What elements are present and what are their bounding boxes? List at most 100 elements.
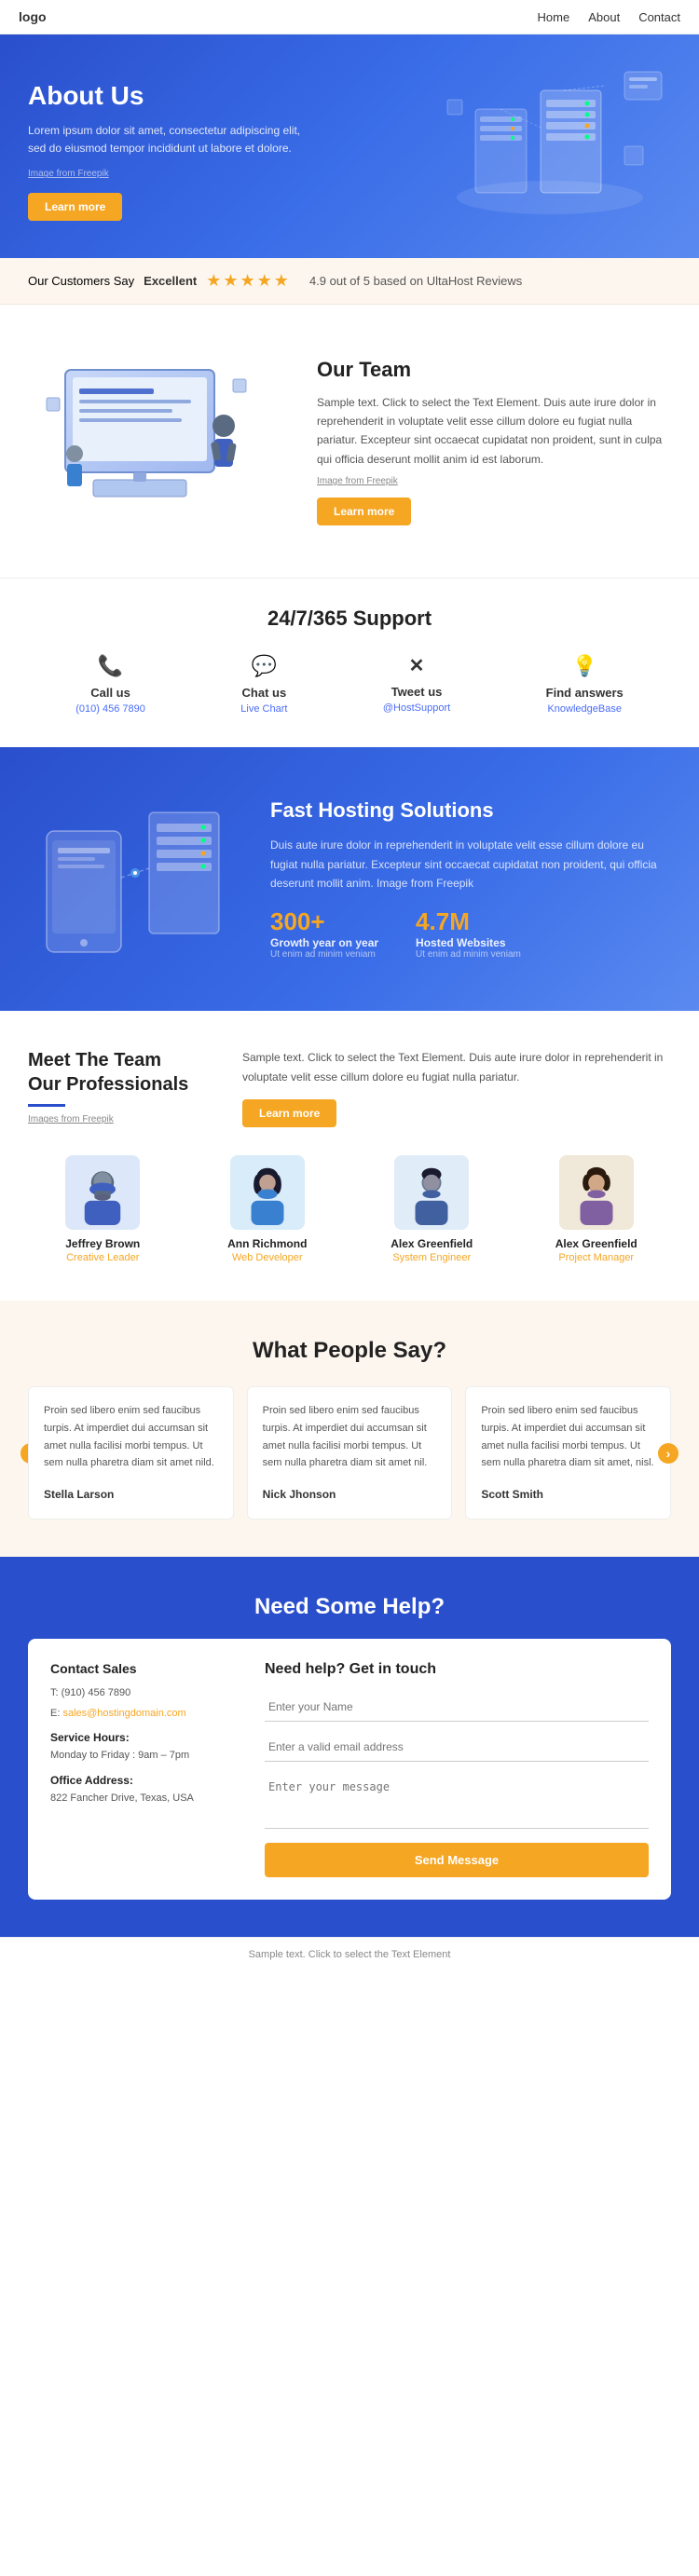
testimonials-next-button[interactable]: › [658,1443,678,1464]
testimonials-container: ‹ Proin sed libero enim sed faucibus tur… [28,1386,671,1520]
office-address: 822 Fancher Drive, Texas, USA [50,1791,237,1807]
stat-growth-sub: Ut enim ad minim veniam [270,949,378,960]
testimonials-grid: Proin sed libero enim sed faucibus turpi… [28,1386,671,1520]
help-form: Need help? Get in touch Send Message [265,1661,649,1877]
bulb-icon: 💡 [571,654,596,678]
service-hours: Monday to Friday : 9am – 7pm [50,1748,237,1765]
contact-email: E: sales@hostingdomain.com [50,1706,237,1723]
help-contact: Contact Sales T: (910) 456 7890 E: sales… [50,1661,237,1877]
testimonial-2: Proin sed libero enim sed faucibus turpi… [247,1386,453,1520]
meet-team-credit: Images from Freepik [28,1114,214,1124]
stat-growth-num: 300+ [270,907,378,936]
team-member-3: Alex Greenfield System Engineer [371,1155,492,1263]
hosting-illustration [28,784,252,974]
rating-prefix: Our Customers Say [28,274,134,288]
member-role-2: Web Developer [207,1252,328,1263]
support-chat: 💬 Chat us Live Chart [240,654,287,715]
meet-team-description: Sample text. Click to select the Text El… [242,1048,671,1086]
hosting-title: Fast Hosting Solutions [270,798,671,823]
member-role-4: Project Manager [536,1252,657,1263]
meet-team-cta-button[interactable]: Learn more [242,1099,336,1127]
support-chat-sub: Live Chart [240,703,287,715]
stat-hosted-sub: Ut enim ad minim veniam [416,949,521,960]
support-items: 📞 Call us (010) 456 7890 💬 Chat us Live … [28,654,671,715]
meet-team-right: Sample text. Click to select the Text El… [242,1048,671,1127]
team-member-1: Jeffrey Brown Creative Leader [42,1155,163,1263]
rating-bar: Our Customers Say Excellent ★★★★★ 4.9 ou… [0,258,699,305]
support-tweet-sub: @HostSupport [383,702,450,714]
service-hours-title: Service Hours: [50,1731,237,1744]
meet-team-left: Meet The Team Our Professionals Images f… [28,1048,214,1127]
hero-description: Lorem ipsum dolor sit amet, consectetur … [28,122,308,157]
hero-illustration [419,53,680,221]
nav-contact[interactable]: Contact [638,10,680,24]
help-section: Need Some Help? Contact Sales T: (910) 4… [0,1557,699,1937]
member-role-3: System Engineer [371,1252,492,1263]
meet-team-header: Meet The Team Our Professionals Images f… [28,1048,671,1127]
support-chat-title: Chat us [242,686,287,700]
message-input[interactable] [265,1773,649,1829]
meet-team-section: Meet The Team Our Professionals Images f… [0,1011,699,1301]
avatar-alex2 [559,1155,634,1230]
support-section: 24/7/365 Support 📞 Call us (010) 456 789… [0,578,699,747]
our-team-section: Our Team Sample text. Click to select th… [0,305,699,578]
support-tweet-title: Tweet us [391,685,443,699]
help-title: Need Some Help? [28,1594,671,1620]
hosting-description: Duis aute irure dolor in reprehenderit i… [270,836,671,893]
testimonials-section: What People Say? ‹ Proin sed libero enim… [0,1301,699,1557]
email-input[interactable] [265,1733,649,1762]
testimonial-1-text: Proin sed libero enim sed faucibus turpi… [44,1402,218,1472]
nav-about[interactable]: About [588,10,620,24]
phone-icon: 📞 [98,654,123,678]
stat-hosted-num: 4.7M [416,907,521,936]
member-name-4: Alex Greenfield [536,1237,657,1250]
avatar-alex1 [394,1155,469,1230]
logo: logo [19,9,47,24]
support-title: 24/7/365 Support [28,607,671,631]
contact-phone: T: (910) 456 7890 [50,1685,237,1702]
support-tweet: ✕ Tweet us @HostSupport [383,654,450,715]
rating-stars: ★★★★★ [206,271,291,291]
send-button[interactable]: Send Message [265,1843,649,1877]
testimonial-1-name: Stella Larson [44,1485,218,1504]
twitter-icon: ✕ [409,654,425,677]
support-answers-title: Find answers [546,686,624,700]
chat-icon: 💬 [252,654,277,678]
member-name-1: Jeffrey Brown [42,1237,163,1250]
rating-score: 4.9 out of 5 based on UltaHost Reviews [309,274,522,288]
hosting-text: Fast Hosting Solutions Duis aute irure d… [270,798,671,960]
testimonial-2-name: Nick Jhonson [263,1485,437,1504]
member-name-3: Alex Greenfield [371,1237,492,1250]
stat-hosted-label: Hosted Websites [416,936,521,949]
name-input[interactable] [265,1693,649,1722]
testimonial-3-name: Scott Smith [481,1485,655,1504]
support-call-sub: (010) 456 7890 [75,703,145,715]
team-illustration [28,342,289,540]
navbar: logo Home About Contact [0,0,699,34]
member-role-1: Creative Leader [42,1252,163,1263]
rating-excellent: Excellent [144,274,197,288]
avatar-ann [230,1155,305,1230]
team-cta-button[interactable]: Learn more [317,497,411,525]
email-link[interactable]: sales@hostingdomain.com [62,1708,185,1719]
help-inner: Contact Sales T: (910) 456 7890 E: sales… [28,1639,671,1900]
team-members: Jeffrey Brown Creative Leader Ann Richmo… [28,1155,671,1263]
footer: Sample text. Click to select the Text El… [0,1937,699,1971]
nav-home[interactable]: Home [538,10,570,24]
avatar-jeffrey [65,1155,140,1230]
hero-title: About Us [28,81,308,111]
testimonial-2-text: Proin sed libero enim sed faucibus turpi… [263,1402,437,1472]
team-image-credit: Image from Freepik [317,476,671,486]
member-name-2: Ann Richmond [207,1237,328,1250]
team-description: Sample text. Click to select the Text El… [317,393,671,470]
footer-text: Sample text. Click to select the Text El… [249,1949,451,1960]
hero-cta-button[interactable]: Learn more [28,193,122,221]
meet-team-divider [28,1104,65,1107]
hero-image-credit: Image from Freepik [28,169,109,179]
support-call-title: Call us [90,686,130,700]
team-title: Our Team [317,358,671,382]
support-answers-sub: KnowledgeBase [547,703,622,715]
meet-team-title: Meet The Team Our Professionals [28,1048,214,1097]
testimonial-3: Proin sed libero enim sed faucibus turpi… [465,1386,671,1520]
stat-growth: 300+ Growth year on year Ut enim ad mini… [270,907,378,960]
